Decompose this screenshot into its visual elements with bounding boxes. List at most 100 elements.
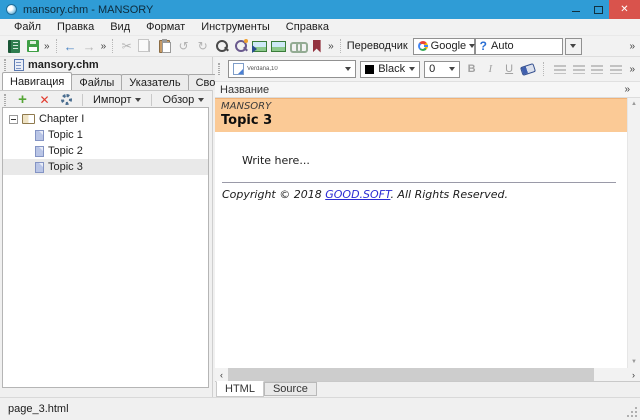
menu-tools[interactable]: Инструменты bbox=[193, 19, 278, 35]
close-button[interactable]: ✕ bbox=[609, 0, 640, 19]
topic-body-text[interactable]: Write here... bbox=[242, 154, 627, 167]
dropdown-caret-icon bbox=[449, 67, 455, 71]
translator-engine-select[interactable]: Google bbox=[413, 38, 475, 55]
resize-grip-icon[interactable] bbox=[627, 407, 637, 417]
collapse-icon[interactable] bbox=[9, 115, 18, 124]
translator-language-select[interactable]: ? Auto bbox=[475, 38, 563, 55]
horizontal-scrollbar[interactable]: ‹ › bbox=[215, 368, 640, 381]
toolbar-separator bbox=[340, 39, 341, 53]
back-button[interactable]: ← bbox=[61, 37, 80, 55]
browse-button[interactable]: Обзор bbox=[158, 94, 208, 106]
font-icon bbox=[233, 63, 244, 75]
scroll-left-icon[interactable]: ‹ bbox=[215, 370, 228, 380]
underline-button[interactable]: U bbox=[502, 61, 517, 78]
tab-source[interactable]: Source bbox=[264, 382, 317, 396]
tree-node-topic1[interactable]: Topic 1 bbox=[3, 127, 208, 143]
tree-node-topic3[interactable]: Topic 3 bbox=[3, 159, 208, 175]
forward-button[interactable]: → bbox=[80, 37, 99, 55]
delete-topic-button[interactable]: ✕ bbox=[35, 91, 54, 109]
link-button[interactable] bbox=[288, 37, 307, 55]
navigation-panel: mansory.chm Навигация Файлы Указатель Св… bbox=[0, 57, 213, 397]
settings-button[interactable] bbox=[57, 91, 76, 109]
insert-image-icon bbox=[252, 41, 267, 52]
banner-project-name: MANSORY bbox=[221, 101, 621, 113]
paste-icon bbox=[159, 40, 170, 53]
align-center-button[interactable] bbox=[571, 61, 586, 78]
translator-language-dropdown-button[interactable] bbox=[565, 38, 582, 55]
bold-button[interactable]: B bbox=[464, 61, 479, 78]
new-project-button[interactable] bbox=[4, 37, 23, 55]
scroll-right-icon[interactable]: › bbox=[627, 370, 640, 380]
align-left-button[interactable] bbox=[552, 61, 567, 78]
translator-language-value: Auto bbox=[491, 40, 514, 52]
tab-navigation[interactable]: Навигация bbox=[2, 72, 72, 90]
cut-button[interactable]: ✂ bbox=[117, 37, 136, 55]
dropdown-caret-icon bbox=[135, 98, 141, 102]
undo-button[interactable]: ↺ bbox=[174, 37, 193, 55]
project-file-name: mansory.chm bbox=[28, 59, 99, 71]
align-justify-button[interactable] bbox=[609, 61, 624, 78]
align-right-button[interactable] bbox=[590, 61, 605, 78]
menu-bar: Файл Правка Вид Формат Инструменты Справ… bbox=[0, 19, 640, 36]
minimize-button[interactable] bbox=[565, 0, 587, 19]
align-center-icon bbox=[573, 65, 585, 74]
menu-edit[interactable]: Правка bbox=[49, 19, 102, 35]
bookmark-button[interactable] bbox=[307, 37, 326, 55]
maximize-icon bbox=[594, 6, 603, 14]
tab-html[interactable]: HTML bbox=[216, 381, 264, 397]
scroll-down-icon[interactable]: ▼ bbox=[631, 359, 637, 365]
maximize-button[interactable] bbox=[587, 0, 609, 19]
search-button[interactable] bbox=[212, 37, 231, 55]
text-color-select[interactable]: Black bbox=[360, 61, 420, 78]
tree-node-chapter[interactable]: Chapter I bbox=[3, 111, 208, 127]
redo-button[interactable]: ↻ bbox=[193, 37, 212, 55]
align-right-icon bbox=[591, 65, 603, 74]
font-select[interactable]: Verdana,10 bbox=[228, 60, 356, 78]
toolbar-overflow-icon[interactable]: » bbox=[42, 41, 52, 52]
eraser-icon bbox=[520, 63, 536, 76]
toolbar-overflow-icon[interactable]: » bbox=[627, 41, 637, 52]
insert-image-button[interactable] bbox=[250, 37, 269, 55]
copy-button[interactable] bbox=[136, 37, 155, 55]
tree-node-label: Chapter I bbox=[39, 113, 84, 125]
menu-file[interactable]: Файл bbox=[6, 19, 49, 35]
save-icon bbox=[27, 40, 39, 52]
copyright-prefix: Copyright © 2018 bbox=[222, 188, 325, 201]
toolbar-overflow-icon[interactable]: » bbox=[627, 64, 637, 75]
toolbar-overflow-icon[interactable]: » bbox=[326, 41, 336, 52]
editor-content-area: MANSORY Topic 3 Write here... Copyright … bbox=[215, 98, 640, 368]
scrollbar-thumb[interactable] bbox=[228, 368, 594, 381]
cut-icon: ✂ bbox=[122, 39, 132, 53]
header-overflow-icon[interactable]: » bbox=[622, 84, 632, 95]
import-button[interactable]: Импорт bbox=[89, 94, 145, 106]
menu-help[interactable]: Справка bbox=[278, 19, 337, 35]
format-toolbar: Verdana,10 Black 0 B I U » bbox=[215, 57, 640, 82]
drag-grip[interactable] bbox=[4, 94, 6, 106]
vertical-scrollbar[interactable]: ▲ ▼ bbox=[627, 98, 640, 368]
menu-format[interactable]: Формат bbox=[138, 19, 193, 35]
back-icon: ← bbox=[64, 39, 77, 54]
tree-node-topic2[interactable]: Topic 2 bbox=[3, 143, 208, 159]
scroll-up-icon[interactable]: ▲ bbox=[631, 101, 637, 107]
replace-button[interactable] bbox=[231, 37, 250, 55]
copyright-link[interactable]: GOOD.SOFT bbox=[325, 188, 390, 201]
font-size-value: 0 bbox=[429, 63, 435, 75]
dropdown-caret-icon bbox=[345, 67, 351, 71]
drag-grip[interactable] bbox=[4, 59, 6, 71]
text-color-value: Black bbox=[378, 63, 405, 75]
save-button[interactable] bbox=[23, 37, 42, 55]
clear-format-button[interactable] bbox=[521, 61, 536, 78]
minimize-icon bbox=[572, 11, 580, 12]
paste-button[interactable] bbox=[155, 37, 174, 55]
toolbar-overflow-icon[interactable]: » bbox=[99, 41, 109, 52]
search-icon bbox=[215, 39, 229, 53]
wysiwyg-editor[interactable]: MANSORY Topic 3 Write here... Copyright … bbox=[215, 98, 627, 368]
tab-files[interactable]: Файлы bbox=[71, 74, 122, 90]
add-topic-button[interactable]: + bbox=[13, 91, 32, 109]
menu-view[interactable]: Вид bbox=[102, 19, 138, 35]
drag-grip[interactable] bbox=[218, 63, 220, 75]
tab-index[interactable]: Указатель bbox=[121, 74, 188, 90]
font-size-select[interactable]: 0 bbox=[424, 61, 460, 78]
image-button[interactable] bbox=[269, 37, 288, 55]
italic-button[interactable]: I bbox=[483, 61, 498, 78]
